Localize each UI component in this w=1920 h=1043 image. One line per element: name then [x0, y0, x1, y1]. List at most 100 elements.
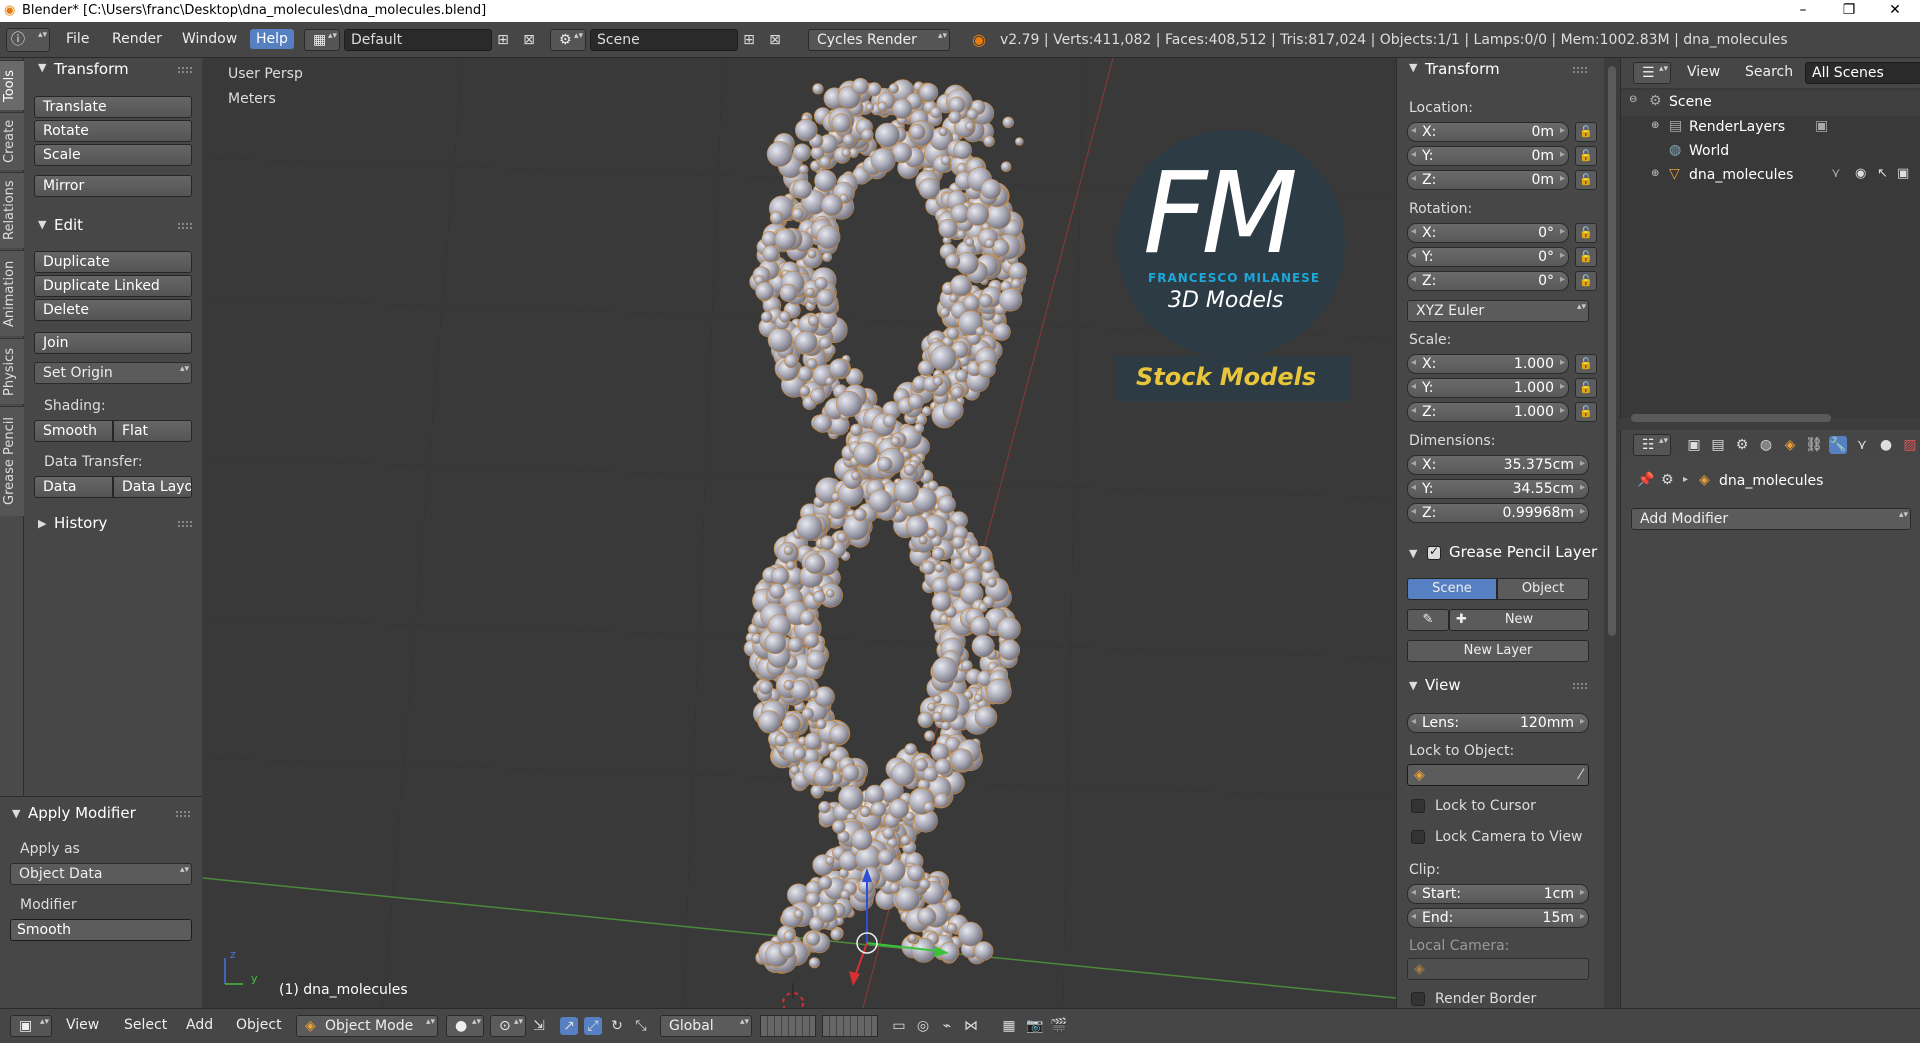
render-layers-tab-icon[interactable]: ▤	[1709, 436, 1727, 454]
drag-grip-icon[interactable]	[178, 67, 192, 73]
object-menu[interactable]: Object	[236, 1017, 282, 1033]
duplicate-button[interactable]: Duplicate	[34, 251, 192, 273]
panel-collapse-icon[interactable]: ▼	[38, 218, 46, 231]
lock-icon[interactable]: 🔓	[1575, 247, 1597, 267]
cursor-select-icon[interactable]: ↖	[1877, 166, 1888, 181]
tab-create[interactable]: Create	[0, 112, 24, 170]
drag-grip-icon[interactable]	[178, 223, 192, 229]
layer-lock-icon[interactable]: ▭	[890, 1017, 908, 1035]
n-transform-title[interactable]: Transform	[1425, 60, 1500, 78]
drag-grip-icon[interactable]	[1573, 683, 1587, 689]
eye-icon[interactable]: ◉	[1855, 166, 1866, 181]
render-tab-icon[interactable]: ▣	[1685, 436, 1703, 454]
editor-type-info-button[interactable]: ⓘ	[6, 28, 50, 52]
rotation-z-field[interactable]: Z:0°	[1407, 271, 1569, 291]
location-z-field[interactable]: Z:0m	[1407, 170, 1569, 190]
opengl-animation-icon[interactable]: 🎬	[1050, 1017, 1068, 1035]
delete-button[interactable]: Delete	[34, 299, 192, 321]
rotation-y-field[interactable]: Y:0°	[1407, 247, 1569, 267]
scene-tab-icon[interactable]: ⚙	[1733, 436, 1751, 454]
editor-type-3dview-button[interactable]: ▣	[10, 1015, 52, 1037]
outliner-row-renderlayers[interactable]: ⊕ ▤ RenderLayers ▣	[1621, 116, 1920, 140]
transform-orientation-dropdown[interactable]: Global	[660, 1015, 752, 1037]
lock-to-cursor-checkbox[interactable]	[1411, 799, 1425, 813]
menu-render[interactable]: Render	[112, 31, 162, 47]
scene-icon-button[interactable]: ⚙	[550, 29, 586, 51]
grease-new-button[interactable]: ✚ New	[1449, 609, 1589, 631]
viewport-shading-dropdown[interactable]: ●	[446, 1015, 484, 1037]
screen-layout-field[interactable]: Default	[344, 29, 492, 51]
screen-layout-icon-button[interactable]: ▦	[304, 29, 340, 51]
dimensions-x-field[interactable]: X:35.375cm	[1407, 455, 1589, 475]
menu-file[interactable]: File	[66, 31, 89, 47]
expand-icon[interactable]: ⊕	[1651, 168, 1659, 179]
scale-button[interactable]: Scale	[34, 144, 192, 166]
history-panel-title[interactable]: History	[54, 514, 107, 532]
expand-icon[interactable]: ⊖	[1629, 94, 1637, 105]
lock-to-object-field[interactable]: ◈ ⁄	[1407, 764, 1589, 786]
grease-object-button[interactable]: Object	[1497, 578, 1589, 600]
constraints-tab-icon[interactable]: ⛓	[1805, 436, 1823, 454]
add-modifier-dropdown[interactable]: Add Modifier	[1631, 508, 1911, 530]
world-tab-icon[interactable]: ◍	[1757, 436, 1775, 454]
snap-toggle-icon[interactable]: ⌁	[938, 1017, 956, 1035]
dimensions-z-field[interactable]: Z:0.99968m	[1407, 503, 1589, 523]
outliner-item-label[interactable]: World	[1689, 143, 1729, 159]
lock-icon[interactable]: 🔓	[1575, 146, 1597, 166]
outliner-row-world[interactable]: ◍ World	[1621, 140, 1920, 164]
drag-grip-icon[interactable]	[176, 811, 190, 817]
scale-x-field[interactable]: X:1.000	[1407, 354, 1569, 374]
grease-pencil-layer-checkbox[interactable]: ✓	[1427, 544, 1441, 560]
lock-icon[interactable]: 🔓	[1575, 354, 1597, 374]
apply-modifier-title[interactable]: Apply Modifier	[28, 804, 136, 822]
eyedropper-icon[interactable]: ⁄	[1580, 767, 1582, 783]
scale-z-field[interactable]: Z:1.000	[1407, 402, 1569, 422]
view-menu[interactable]: View	[66, 1017, 99, 1033]
delete-layout-icon[interactable]: ⊠	[520, 31, 538, 49]
edit-panel-title[interactable]: Edit	[54, 216, 83, 234]
modifier-name-field[interactable]: Smooth	[10, 919, 192, 941]
grease-scene-button[interactable]: Scene	[1407, 578, 1497, 600]
snap-target-icon[interactable]: ▦	[1000, 1017, 1018, 1035]
panel-collapse-icon[interactable]: ▼	[1409, 61, 1417, 74]
display-mode-dropdown[interactable]: All Scenes	[1805, 62, 1920, 84]
scale-y-field[interactable]: Y:1.000	[1407, 378, 1569, 398]
mode-dropdown[interactable]: ◈ Object Mode	[296, 1015, 438, 1037]
editor-type-properties-button[interactable]: ☷	[1633, 434, 1671, 456]
select-menu[interactable]: Select	[124, 1017, 167, 1033]
pin-icon[interactable]: 📌	[1637, 472, 1654, 488]
rotation-x-field[interactable]: X:0°	[1407, 223, 1569, 243]
add-layout-icon[interactable]: ⊞	[494, 31, 512, 49]
duplicate-linked-button[interactable]: Duplicate Linked	[34, 275, 192, 297]
drag-grip-icon[interactable]	[178, 521, 192, 527]
tab-animation[interactable]: Animation	[0, 250, 24, 336]
panel-collapse-icon[interactable]: ▼	[1409, 547, 1417, 560]
add-scene-icon[interactable]: ⊞	[740, 31, 758, 49]
lens-field[interactable]: Lens:120mm	[1407, 713, 1589, 733]
data-tab-icon[interactable]: ⋎	[1853, 436, 1871, 454]
render-camera-icon[interactable]: ▣	[1897, 166, 1909, 181]
texture-tab-icon[interactable]: ▨	[1901, 436, 1919, 454]
outliner-search-menu[interactable]: Search	[1745, 64, 1793, 80]
location-y-field[interactable]: Y:0m	[1407, 146, 1569, 166]
n-panel-scrollbar[interactable]	[1604, 58, 1620, 1008]
smooth-shading-button[interactable]: Smooth	[34, 420, 113, 442]
dimensions-y-field[interactable]: Y:34.55cm	[1407, 479, 1589, 499]
apply-as-dropdown[interactable]: Object Data	[10, 863, 192, 885]
pivot-dropdown[interactable]: ⊙	[490, 1015, 526, 1037]
outliner-item-label[interactable]: Scene	[1669, 94, 1712, 110]
lock-icon[interactable]: 🔓	[1575, 378, 1597, 398]
data-transfer-button[interactable]: Data	[34, 476, 113, 498]
tab-tools[interactable]: Tools	[0, 60, 24, 110]
render-engine-dropdown[interactable]: Cycles Render	[808, 29, 950, 51]
mirror-button[interactable]: Mirror	[34, 175, 192, 197]
minimize-button[interactable]: –	[1780, 0, 1826, 22]
menu-help[interactable]: Help	[250, 29, 294, 49]
panel-collapse-icon[interactable]: ▼	[38, 61, 46, 74]
outliner-scrollbar[interactable]	[1631, 414, 1831, 422]
delete-scene-icon[interactable]: ⊠	[766, 31, 784, 49]
new-layer-button[interactable]: New Layer	[1407, 640, 1589, 662]
proportional-edit-icon[interactable]: ◎	[914, 1017, 932, 1035]
set-origin-dropdown[interactable]: Set Origin	[34, 362, 192, 384]
expand-icon[interactable]: ⊕	[1651, 120, 1659, 131]
